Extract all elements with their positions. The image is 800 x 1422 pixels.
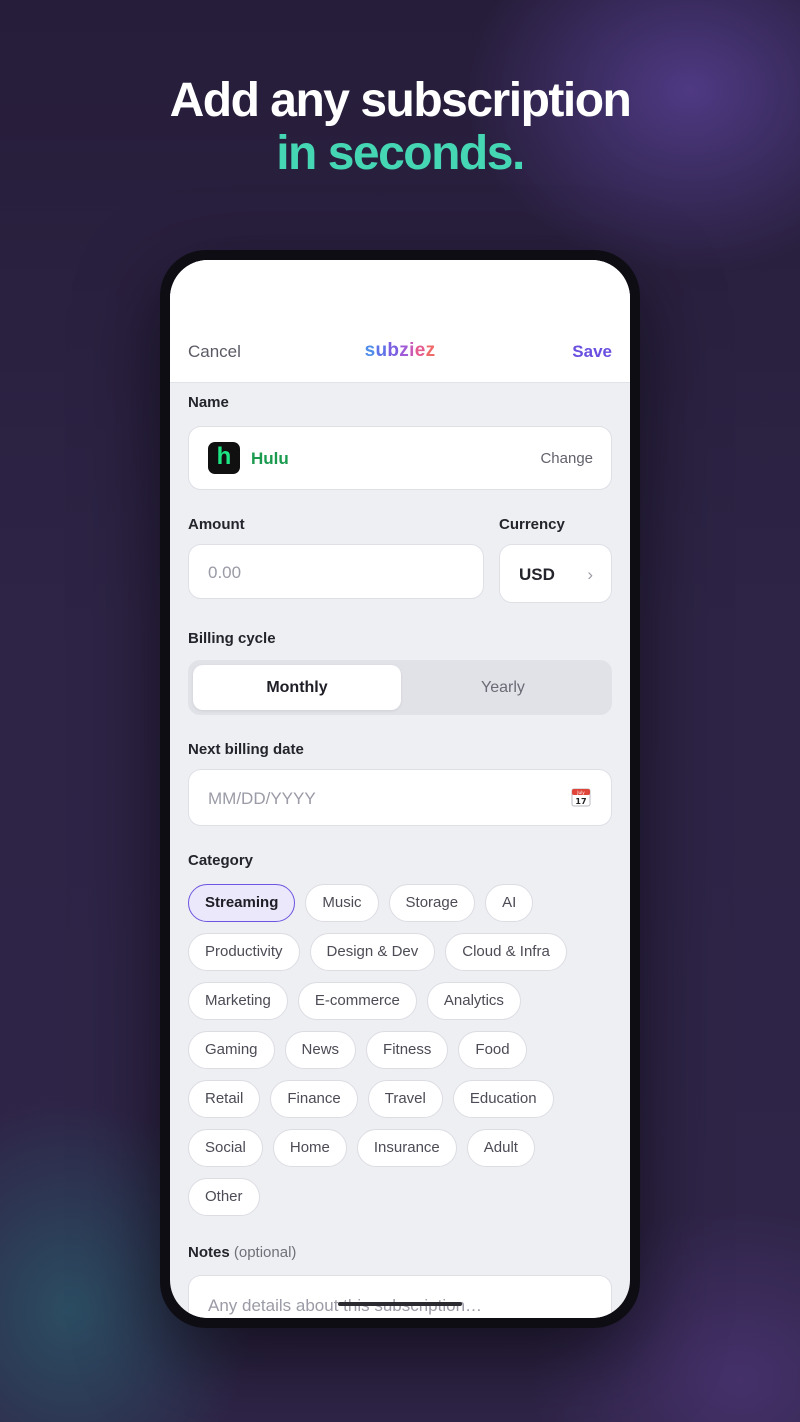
category-chip-row: Marketing E-commerce Analytics bbox=[188, 982, 612, 1020]
category-chip[interactable]: Streaming bbox=[188, 884, 296, 922]
category-chip[interactable]: Fitness bbox=[366, 1031, 449, 1069]
currency-select[interactable]: USD › bbox=[499, 544, 612, 603]
headline-line-2: in seconds. bbox=[276, 127, 525, 180]
category-chip[interactable]: News bbox=[284, 1031, 357, 1069]
calendar-month: July bbox=[576, 790, 585, 795]
category-chip[interactable]: Other bbox=[188, 1178, 260, 1216]
category-chip[interactable]: Storage bbox=[388, 884, 476, 922]
date-placeholder: MM/DD/YYYY bbox=[208, 789, 316, 808]
category-chip-row: Gaming News Fitness Food bbox=[188, 1031, 612, 1069]
hulu-logo-icon: h bbox=[208, 442, 240, 474]
category-chip-list: Streaming Music Storage AI Productivity Desig… bbox=[188, 884, 612, 1227]
headline-line-1: Add any subscription bbox=[169, 74, 632, 127]
notes-label-text: Notes bbox=[188, 1244, 230, 1261]
billing-yearly-option[interactable]: Yearly bbox=[399, 665, 607, 710]
save-button[interactable]: Save bbox=[572, 342, 612, 362]
logo-letter: z bbox=[425, 340, 436, 361]
category-chip[interactable]: Travel bbox=[367, 1080, 443, 1118]
billing-monthly-option[interactable]: Monthly bbox=[193, 665, 401, 710]
category-chip[interactable]: Finance bbox=[270, 1080, 358, 1118]
notes-textarea[interactable]: Any details about this subscription… bbox=[188, 1275, 612, 1318]
category-chip[interactable]: Music bbox=[305, 884, 379, 922]
category-chip-row: Streaming Music Storage AI bbox=[188, 884, 612, 922]
amount-input[interactable]: 0.00 bbox=[188, 544, 484, 599]
service-name-field[interactable]: h Hulu Change bbox=[188, 426, 612, 490]
home-indicator bbox=[338, 1302, 462, 1306]
name-label: Name bbox=[188, 394, 229, 411]
amount-label: Amount bbox=[188, 516, 245, 533]
category-chip[interactable]: Analytics bbox=[426, 982, 521, 1020]
category-chip-row: Other bbox=[188, 1178, 612, 1216]
category-chip[interactable]: Insurance bbox=[356, 1129, 457, 1167]
logo-letter: e bbox=[414, 340, 426, 361]
currency-value: USD bbox=[519, 565, 555, 584]
amount-placeholder: 0.00 bbox=[208, 563, 242, 582]
chevron-right-icon: › bbox=[587, 565, 593, 584]
calendar-day: 17 bbox=[575, 797, 586, 806]
category-chip[interactable]: Adult bbox=[466, 1129, 535, 1167]
app-logo: subziez bbox=[170, 340, 630, 362]
category-chip[interactable]: Productivity bbox=[188, 933, 300, 971]
service-name: Hulu bbox=[251, 449, 289, 468]
category-label: Category bbox=[188, 852, 254, 869]
logo-letter: z bbox=[399, 340, 410, 361]
next-billing-date-input[interactable]: MM/DD/YYYY July 17 bbox=[188, 769, 612, 826]
category-chip-row: Retail Finance Travel Education bbox=[188, 1080, 612, 1118]
category-chip[interactable]: Retail bbox=[188, 1080, 261, 1118]
logo-letter: b bbox=[387, 340, 400, 361]
logo-letter: s bbox=[364, 340, 376, 361]
category-chip[interactable]: Food bbox=[458, 1031, 527, 1069]
billing-cycle-toggle: Monthly Yearly bbox=[188, 660, 612, 715]
category-chip[interactable]: Gaming bbox=[188, 1031, 275, 1069]
notes-placeholder: Any details about this subscription… bbox=[208, 1296, 482, 1315]
next-billing-date-label: Next billing date bbox=[188, 741, 304, 758]
category-chip[interactable]: Cloud & Infra bbox=[445, 933, 567, 971]
top-bar: Cancel subziez Save bbox=[170, 260, 630, 383]
phone-frame: Cancel subziez Save Name h Hulu Change A… bbox=[160, 250, 640, 1328]
billing-cycle-label: Billing cycle bbox=[188, 630, 276, 647]
headline: Add any subscription in seconds. bbox=[0, 74, 800, 180]
app-screen: Cancel subziez Save Name h Hulu Change A… bbox=[170, 260, 630, 1318]
category-chip-row: Social Home Insurance Adult bbox=[188, 1129, 612, 1167]
category-chip[interactable]: E-commerce bbox=[297, 982, 417, 1020]
category-chip[interactable]: Social bbox=[188, 1129, 263, 1167]
category-chip[interactable]: Design & Dev bbox=[309, 933, 436, 971]
change-service-button[interactable]: Change bbox=[540, 450, 593, 467]
currency-label: Currency bbox=[499, 516, 565, 533]
calendar-icon[interactable]: July 17 bbox=[570, 786, 592, 808]
category-chip[interactable]: Marketing bbox=[188, 982, 288, 1020]
category-chip[interactable]: AI bbox=[485, 884, 534, 922]
category-chip-row: Productivity Design & Dev Cloud & Infra bbox=[188, 933, 612, 971]
category-chip[interactable]: Education bbox=[452, 1080, 554, 1118]
notes-optional-text: (optional) bbox=[233, 1244, 297, 1261]
logo-letter: u bbox=[375, 340, 388, 361]
category-chip[interactable]: Home bbox=[272, 1129, 347, 1167]
notes-label: Notes (optional) bbox=[188, 1244, 296, 1261]
